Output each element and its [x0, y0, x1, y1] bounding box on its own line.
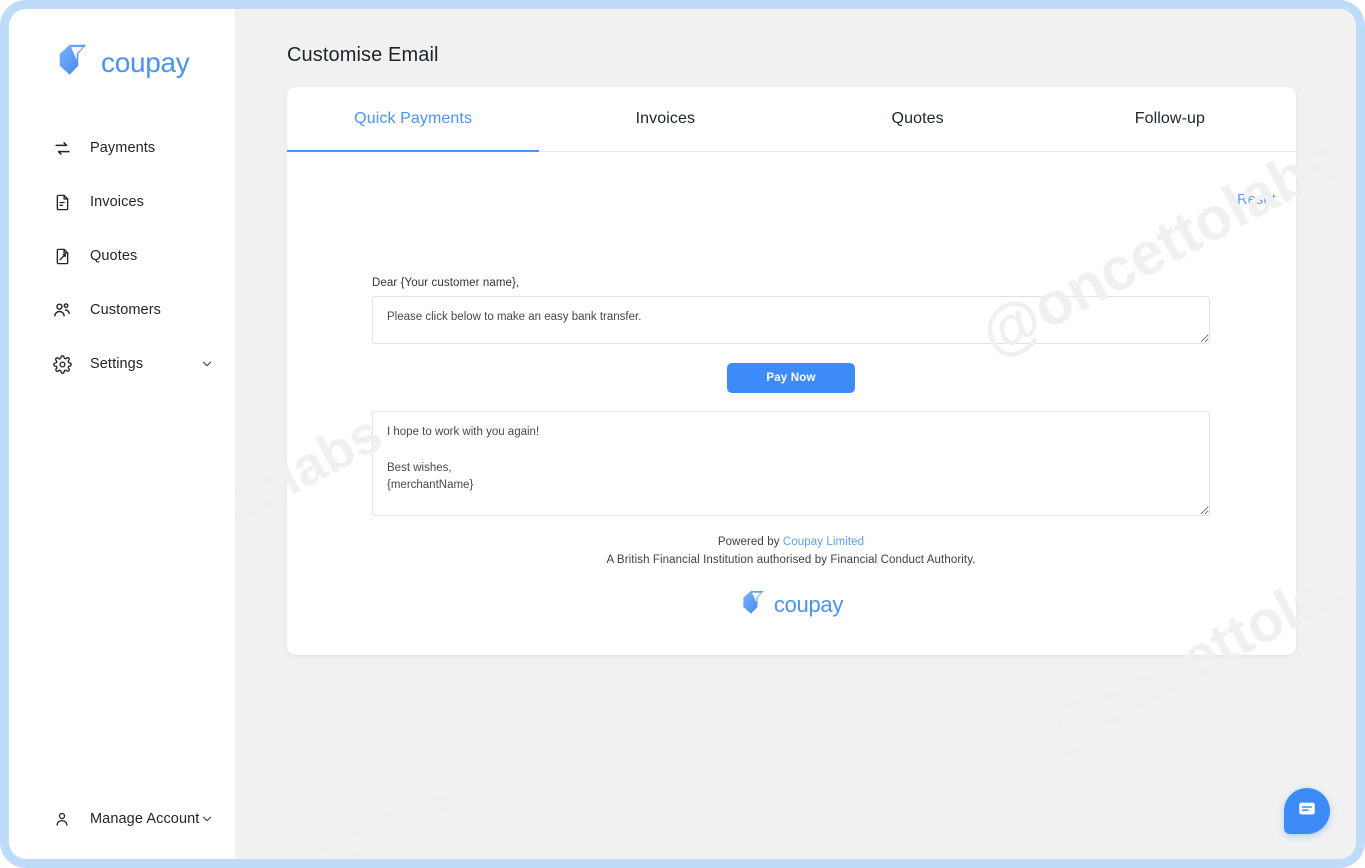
email-body-top-input[interactable]: [372, 296, 1210, 344]
coupay-limited-link[interactable]: Coupay Limited: [783, 536, 864, 548]
sidebar-item-label: Quotes: [90, 248, 137, 264]
manage-account-button[interactable]: Manage Account: [9, 797, 236, 841]
tab-label: Quotes: [892, 110, 944, 128]
sidebar-item-label: Invoices: [90, 194, 144, 210]
app-window-frame: @oncettolabs @oncettolabs @oncettolabs @…: [0, 0, 1365, 868]
powered-by-line: Powered by Coupay Limited: [372, 533, 1210, 551]
sidebar-item-label: Settings: [90, 356, 143, 372]
main-content: Customise Email Quick Payments Invoices …: [236, 9, 1356, 859]
tab-label: Follow-up: [1135, 110, 1205, 128]
footer-brand-name: coupay: [774, 592, 843, 618]
document-lines-icon: [52, 192, 72, 212]
tab-follow-up[interactable]: Follow-up: [1044, 87, 1296, 151]
email-preview: Dear {Your customer name}, Pay Now Power…: [372, 277, 1210, 622]
footer-disclaimer: A British Financial Institution authoris…: [372, 551, 1210, 569]
chevron-down-icon[interactable]: [200, 812, 214, 826]
sidebar-nav: Payments Invoices Quot: [9, 125, 236, 387]
tab-invoices[interactable]: Invoices: [539, 87, 791, 151]
sidebar-item-quotes[interactable]: Quotes: [9, 233, 236, 279]
gear-icon: [52, 354, 72, 374]
transfer-arrows-icon: [52, 138, 72, 158]
person-icon: [52, 809, 72, 829]
tab-quotes[interactable]: Quotes: [792, 87, 1044, 151]
sidebar-item-customers[interactable]: Customers: [9, 287, 236, 333]
sidebar-item-settings[interactable]: Settings: [9, 341, 236, 387]
chat-widget-button[interactable]: [1284, 788, 1330, 834]
sidebar-item-label: Payments: [90, 140, 155, 156]
chevron-down-icon[interactable]: [200, 357, 214, 371]
pay-now-button[interactable]: Pay Now: [727, 363, 855, 393]
sidebar-item-payments[interactable]: Payments: [9, 125, 236, 171]
app-viewport: @oncettolabs @oncettolabs @oncettolabs @…: [9, 9, 1356, 859]
brand-name: coupay: [101, 47, 190, 79]
email-body-bottom-input[interactable]: [372, 411, 1210, 516]
email-footer-logo: coupay: [372, 588, 1210, 622]
sidebar-item-label: Customers: [90, 302, 161, 318]
brand-logo[interactable]: coupay: [54, 41, 190, 84]
page-title: Customise Email: [287, 44, 439, 67]
chat-bubble-icon: [1296, 798, 1318, 825]
email-footer: Powered by Coupay Limited A British Fina…: [372, 533, 1210, 622]
tab-label: Invoices: [636, 110, 696, 128]
tab-quick-payments[interactable]: Quick Payments: [287, 87, 539, 151]
reset-button[interactable]: Reset: [1237, 192, 1276, 208]
coupay-logo-icon: [54, 41, 92, 84]
sidebar-item-invoices[interactable]: Invoices: [9, 179, 236, 225]
document-pen-icon: [52, 246, 72, 266]
coupay-logo-icon: [739, 588, 768, 622]
people-icon: [52, 300, 72, 320]
powered-by-prefix: Powered by: [718, 536, 783, 548]
customise-email-card: Quick Payments Invoices Quotes Follow-up…: [287, 87, 1296, 655]
tab-bar: Quick Payments Invoices Quotes Follow-up: [287, 87, 1296, 152]
tab-label: Quick Payments: [354, 110, 472, 128]
manage-account-label: Manage Account: [90, 811, 199, 827]
sidebar: coupay Payments Invoices: [9, 9, 236, 859]
email-salutation: Dear {Your customer name},: [372, 277, 1210, 289]
pay-now-row: Pay Now: [372, 363, 1210, 393]
